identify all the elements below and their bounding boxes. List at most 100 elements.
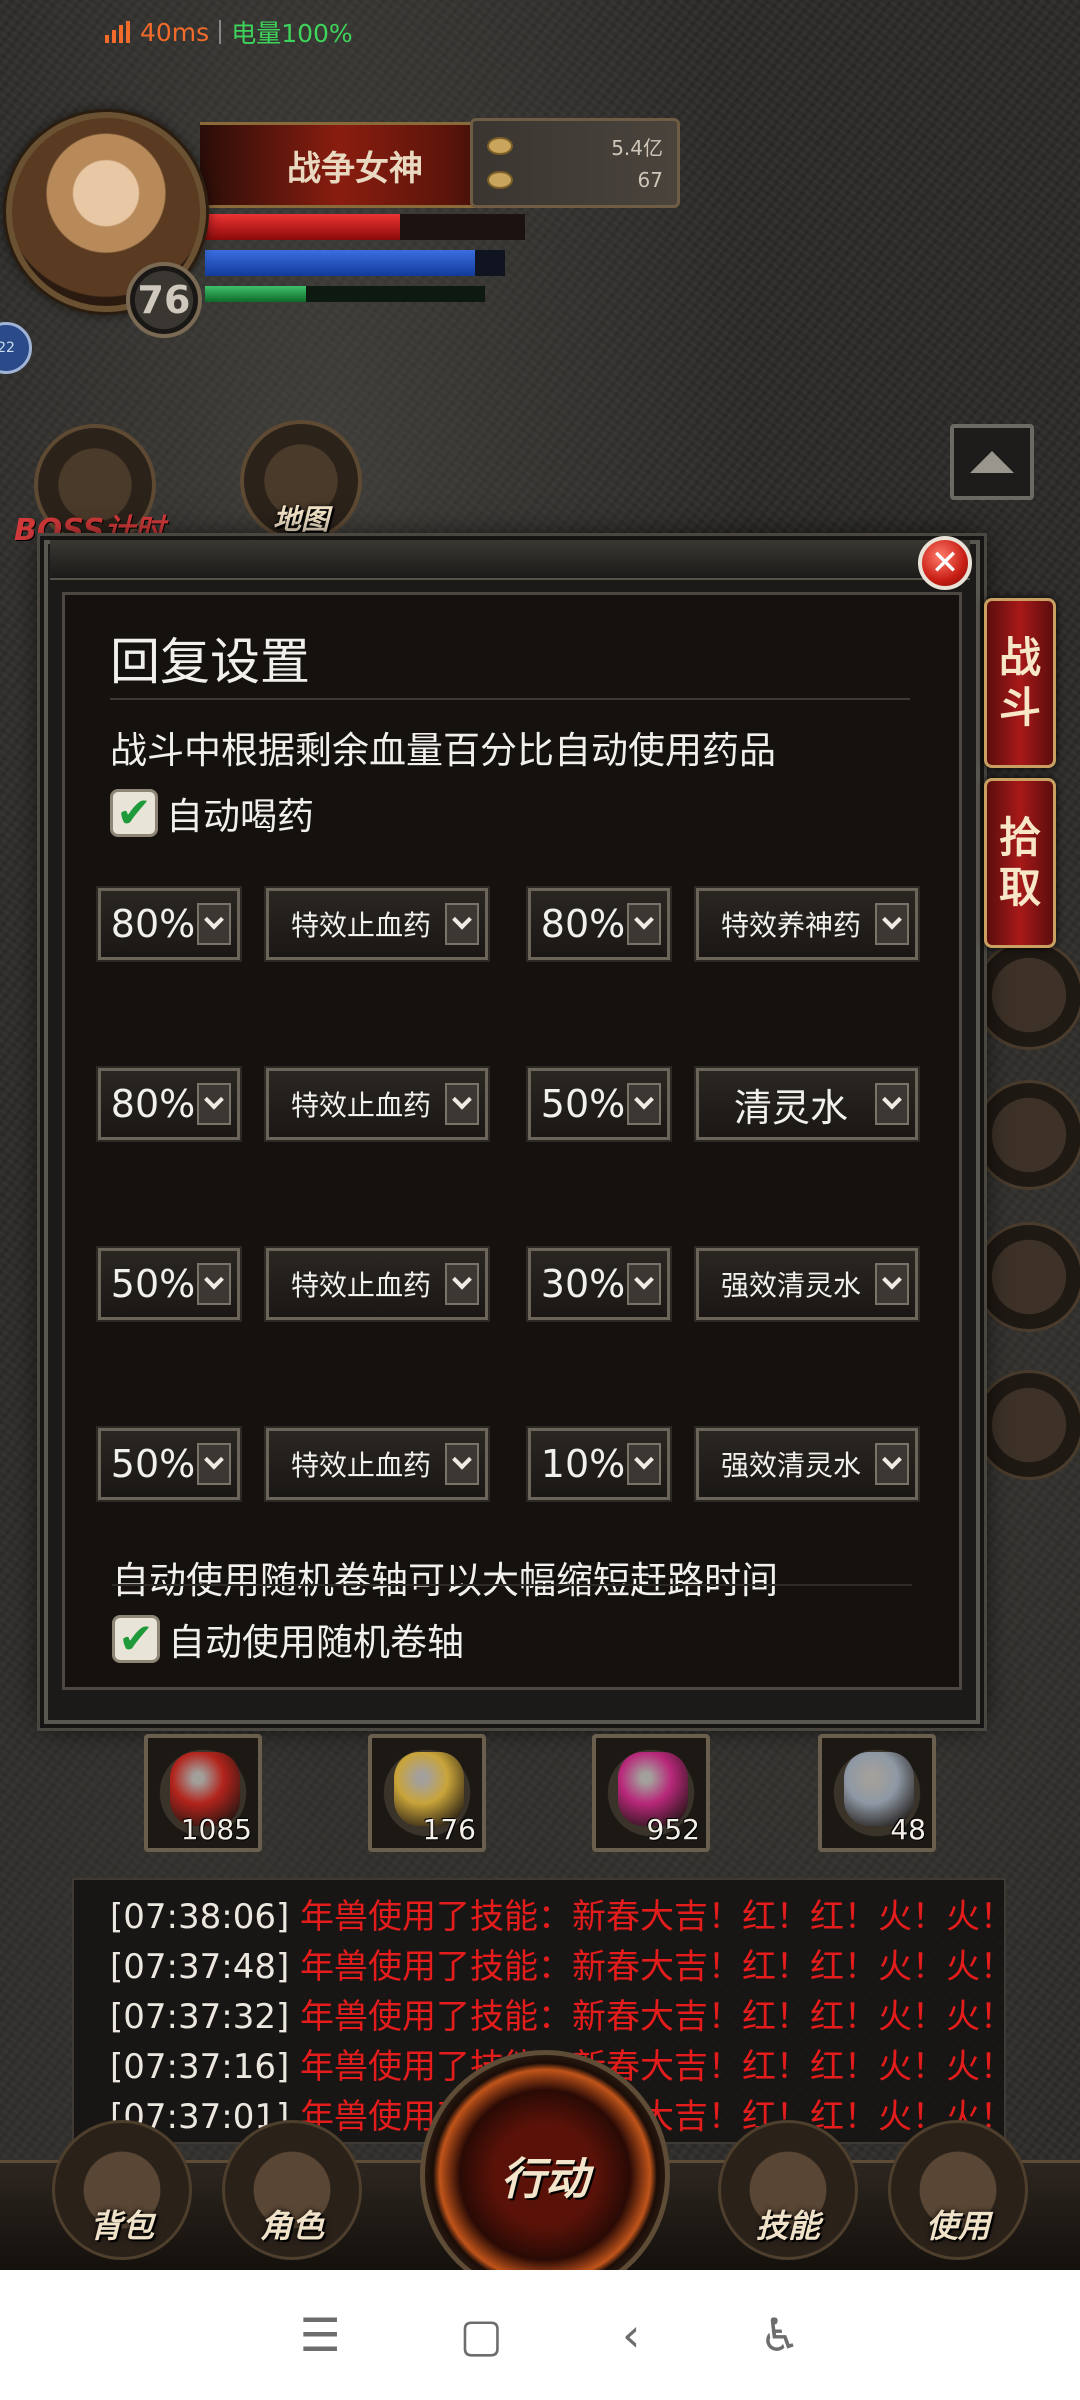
dropdown-value: 特效止血药 bbox=[290, 1269, 431, 1302]
action-button[interactable]: 行动 bbox=[420, 2050, 670, 2300]
battery-value: 电量100% bbox=[231, 19, 353, 48]
hp-potion-dropdown[interactable]: 特效止血药 bbox=[264, 1066, 490, 1142]
map-button[interactable]: 地图 bbox=[240, 420, 362, 542]
chevron-down-icon[interactable] bbox=[875, 1443, 909, 1485]
slot-count: 1085 bbox=[180, 1813, 252, 1846]
dropdown-value: 强效清灵水 bbox=[720, 1269, 861, 1302]
dropdown-value: 80% bbox=[110, 902, 196, 946]
menu-icon[interactable]: ☰ bbox=[299, 2308, 340, 2362]
side-shelf-icon[interactable] bbox=[974, 1080, 1080, 1190]
role-button[interactable]: 角色 bbox=[222, 2120, 362, 2260]
gold-value: 5.4亿 bbox=[611, 135, 663, 160]
player-level: 76 bbox=[137, 278, 191, 322]
dialog-topbar bbox=[50, 540, 970, 580]
dropdown-value: 特效止血药 bbox=[290, 909, 431, 942]
scroll-divider bbox=[112, 1584, 912, 1586]
use-button[interactable]: 使用 bbox=[888, 2120, 1028, 2260]
home-icon[interactable]: ▢ bbox=[460, 2308, 503, 2362]
mp-threshold-dropdown[interactable]: 50% bbox=[526, 1066, 672, 1142]
scroll-description: 自动使用随机卷轴可以大幅缩短赶路时间 bbox=[112, 1559, 778, 1602]
auto-scroll-checkbox[interactable]: ✔ bbox=[112, 1615, 160, 1663]
dropdown-value: 特效止血药 bbox=[290, 1449, 431, 1482]
side-shelf2-icon[interactable] bbox=[974, 1222, 1080, 1332]
tab-fight-char1: 战 bbox=[998, 632, 1041, 682]
chevron-down-icon[interactable] bbox=[445, 1263, 479, 1305]
mp-bar bbox=[205, 250, 475, 276]
quick-slot-scroll[interactable]: 952 bbox=[592, 1734, 710, 1852]
chevron-down-icon[interactable] bbox=[445, 903, 479, 945]
mp-threshold-dropdown[interactable]: 10% bbox=[526, 1426, 672, 1502]
potion-description: 战斗中根据剩余血量百分比自动使用药品 bbox=[110, 729, 776, 772]
close-icon: ✕ bbox=[930, 543, 960, 583]
hp-potion-dropdown[interactable]: 特效止血药 bbox=[264, 1426, 490, 1502]
slot-count: 952 bbox=[646, 1813, 700, 1846]
skill-label: 技能 bbox=[755, 2207, 820, 2245]
dropdown-value: 特效止血药 bbox=[290, 1089, 431, 1122]
chevron-down-icon[interactable] bbox=[445, 1443, 479, 1485]
currency-panel: 5.4亿 67 bbox=[470, 118, 680, 208]
status-bar: 40ms 电量100% bbox=[105, 14, 353, 50]
chevron-down-icon[interactable] bbox=[627, 1443, 661, 1485]
use-label: 使用 bbox=[925, 2207, 990, 2245]
auto-potion-label: 自动喝药 bbox=[166, 795, 314, 838]
hp-threshold-dropdown[interactable]: 80% bbox=[96, 1066, 242, 1142]
dropdown-value: 50% bbox=[540, 1082, 626, 1126]
chevron-down-icon[interactable] bbox=[197, 1443, 231, 1485]
check-icon: ✔ bbox=[118, 1614, 154, 1663]
log-line: [07:37:32] 年兽使用了技能：新春大吉！红！红！火！火！ bbox=[110, 1997, 1006, 2037]
system-nav-bar: ☰ ▢ ‹ ♿ bbox=[0, 2270, 1080, 2400]
tab-fight[interactable]: 战 斗 bbox=[984, 598, 1056, 768]
hp-threshold-dropdown[interactable]: 80% bbox=[96, 886, 242, 962]
chevron-down-icon[interactable] bbox=[627, 1083, 661, 1125]
mp-threshold-dropdown[interactable]: 30% bbox=[526, 1246, 672, 1322]
xp-bar bbox=[205, 286, 306, 302]
hp-potion-dropdown[interactable]: 特效止血药 bbox=[264, 1246, 490, 1322]
dropdown-value: 清灵水 bbox=[733, 1085, 848, 1130]
dropdown-value: 30% bbox=[540, 1262, 626, 1306]
hp-threshold-dropdown[interactable]: 50% bbox=[96, 1246, 242, 1322]
chevron-down-icon[interactable] bbox=[627, 903, 661, 945]
tab-pickup[interactable]: 拾 取 bbox=[984, 778, 1056, 948]
chevron-down-icon[interactable] bbox=[627, 1263, 661, 1305]
tab-fight-char2: 斗 bbox=[998, 683, 1041, 732]
chevron-down-icon[interactable] bbox=[197, 1083, 231, 1125]
auto-potion-checkbox-row[interactable]: ✔ 自动喝药 bbox=[110, 786, 314, 840]
signal-icon bbox=[105, 21, 130, 43]
collapse-up-button[interactable] bbox=[950, 424, 1034, 500]
ping-value: 40ms bbox=[140, 17, 210, 47]
mp-potion-dropdown[interactable]: 特效养神药 bbox=[694, 886, 920, 962]
quick-slot-hp-potion[interactable]: 1085 bbox=[144, 1734, 262, 1852]
dropdown-value: 特效养神药 bbox=[720, 909, 861, 942]
chevron-down-icon[interactable] bbox=[197, 1263, 231, 1305]
chevron-down-icon[interactable] bbox=[445, 1083, 479, 1125]
hp-potion-dropdown[interactable]: 特效止血药 bbox=[264, 886, 490, 962]
chevron-down-icon[interactable] bbox=[197, 903, 231, 945]
mp-potion-dropdown[interactable]: 清灵水 bbox=[694, 1066, 920, 1142]
chevron-down-icon[interactable] bbox=[875, 1263, 909, 1305]
dropdown-value: 10% bbox=[540, 1442, 626, 1486]
tab-pickup-char2: 取 bbox=[998, 863, 1041, 912]
hp-bar bbox=[205, 214, 401, 240]
buff-icon[interactable]: 22 bbox=[0, 322, 32, 374]
ingot-value: 67 bbox=[637, 168, 663, 192]
bag-button[interactable]: 背包 bbox=[52, 2120, 192, 2260]
quick-slot-scroll2[interactable]: 48 bbox=[818, 1734, 936, 1852]
map-label: 地图 bbox=[272, 503, 329, 536]
side-boss-icon[interactable] bbox=[974, 940, 1080, 1050]
skill-button[interactable]: 技能 bbox=[718, 2120, 858, 2260]
mp-threshold-dropdown[interactable]: 80% bbox=[526, 886, 672, 962]
close-button[interactable]: ✕ bbox=[918, 536, 972, 590]
accessibility-icon[interactable]: ♿ bbox=[759, 2308, 800, 2362]
dropdown-value: 50% bbox=[110, 1442, 196, 1486]
auto-scroll-checkbox-row[interactable]: ✔ 自动使用随机卷轴 bbox=[112, 1612, 464, 1666]
back-icon[interactable]: ‹ bbox=[622, 2308, 640, 2362]
quick-slot-mp-potion[interactable]: 176 bbox=[368, 1734, 486, 1852]
auto-potion-checkbox[interactable]: ✔ bbox=[110, 789, 158, 837]
chevron-down-icon[interactable] bbox=[875, 903, 909, 945]
chevron-down-icon[interactable] bbox=[875, 1083, 909, 1125]
side-exit-icon[interactable] bbox=[974, 1370, 1080, 1480]
dropdown-value: 50% bbox=[110, 1262, 196, 1306]
mp-potion-dropdown[interactable]: 强效清灵水 bbox=[694, 1246, 920, 1322]
mp-potion-dropdown[interactable]: 强效清灵水 bbox=[694, 1426, 920, 1502]
hp-threshold-dropdown[interactable]: 50% bbox=[96, 1426, 242, 1502]
